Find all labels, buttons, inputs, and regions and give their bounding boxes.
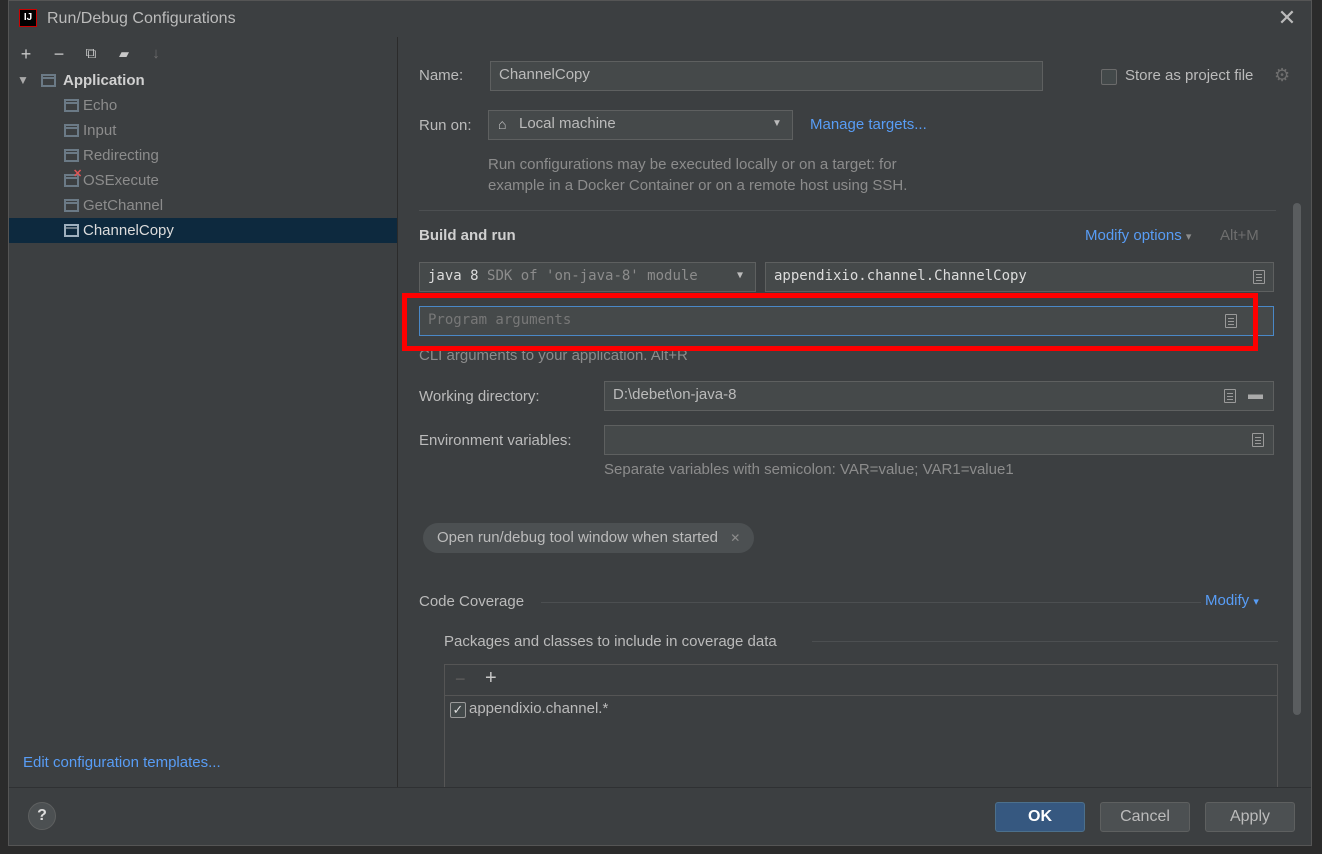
chip-label: Open run/debug tool window when started — [437, 529, 719, 546]
separator — [812, 641, 1278, 642]
tree-item-channelcopy[interactable]: ChannelCopy — [9, 218, 397, 243]
tree-item-getchannel[interactable]: GetChannel — [9, 193, 397, 218]
ok-button[interactable]: OK — [995, 802, 1085, 832]
chevron-down-icon: ▼ — [772, 118, 782, 129]
separator — [419, 210, 1276, 211]
remove-icon[interactable]: − — [48, 43, 70, 65]
name-field[interactable]: ChannelCopy — [490, 61, 1043, 91]
run-on-hint-line-2: example in a Docker Container or on a re… — [488, 177, 908, 194]
cancel-button[interactable]: Cancel — [1100, 802, 1190, 832]
error-x-icon: ✕ — [73, 168, 83, 180]
expand-field-icon[interactable] — [1225, 314, 1237, 328]
tree-item-label: OSExecute — [83, 172, 159, 189]
code-coverage-header: Code Coverage — [419, 593, 525, 610]
new-folder-icon[interactable]: ▰ — [113, 43, 135, 65]
insert-macro-icon[interactable] — [1224, 389, 1236, 403]
coverage-table-toolbar: − + — [445, 665, 1277, 696]
copy-icon[interactable]: ⧉ — [80, 43, 102, 65]
tree-item-label: ChannelCopy — [83, 222, 174, 239]
edit-env-icon[interactable] — [1252, 433, 1264, 447]
close-icon[interactable]: ✕ — [1275, 5, 1299, 31]
app-config-icon — [64, 124, 79, 137]
chevron-down-icon[interactable]: ▼ — [17, 68, 29, 93]
environment-variables-label: Environment variables: — [419, 432, 572, 449]
store-project-checkbox[interactable] — [1101, 69, 1117, 85]
build-run-header: Build and run — [419, 227, 516, 244]
run-on-hint-line-1: Run configurations may be executed local… — [488, 156, 897, 173]
gear-icon[interactable]: ⚙ — [1274, 65, 1290, 86]
separator — [9, 787, 1311, 788]
chevron-down-icon: ▾ — [1185, 231, 1192, 243]
tree-item-label: GetChannel — [83, 197, 164, 214]
sdk-dropdown[interactable]: java 8 SDK of 'on-java-8' module ▼ — [419, 262, 756, 292]
app-config-icon — [64, 224, 79, 237]
home-icon: ⌂ — [498, 116, 507, 132]
working-directory-value: D:\debet\on-java-8 — [613, 386, 737, 403]
coverage-modify-label: Modify — [1205, 592, 1250, 609]
sdk-main: java 8 — [428, 268, 479, 284]
app-config-icon — [64, 149, 79, 162]
tree-item-input[interactable]: Input — [9, 118, 397, 143]
name-label: Name: — [419, 67, 464, 84]
help-button[interactable]: ? — [28, 802, 56, 830]
chevron-down-icon: ▾ — [1253, 596, 1259, 608]
run-on-dropdown[interactable]: ⌂ Local machine ▼ — [488, 110, 793, 140]
tree-item-label: Echo — [83, 97, 118, 114]
program-arguments-placeholder: Program arguments — [428, 312, 572, 328]
chevron-down-icon: ▼ — [737, 270, 744, 281]
tree-root-application[interactable]: ▼ Application — [9, 68, 397, 93]
configurations-sidebar: + − ⧉ ▰ ↓ ▼ Application Echo Input Redir… — [9, 37, 398, 787]
main-class-value: appendixio.channel.ChannelCopy — [774, 268, 1027, 284]
tree-item-label: Redirecting — [83, 147, 159, 164]
edit-templates-link[interactable]: Edit configuration templates... — [23, 754, 221, 771]
sdk-sub: SDK of 'on-java-8' module — [487, 268, 698, 284]
environment-variables-field[interactable] — [604, 425, 1274, 455]
tree-item-label: Input — [83, 122, 117, 139]
add-icon[interactable]: + — [15, 43, 37, 65]
tree-item-redirecting[interactable]: Redirecting — [9, 143, 397, 168]
remove-package-icon[interactable]: − — [455, 669, 466, 690]
coverage-packages-table: − + ✓ appendixio.channel.* — [444, 664, 1278, 787]
add-package-icon[interactable]: + — [485, 667, 497, 690]
app-config-icon — [64, 199, 79, 212]
app-config-icon — [64, 99, 79, 112]
package-entry: appendixio.channel.* — [469, 700, 609, 717]
store-project-label: Store as project file — [1125, 67, 1254, 84]
packages-label: Packages and classes to include in cover… — [444, 633, 777, 650]
tree-item-osexecute[interactable]: ✕ OSExecute — [9, 168, 397, 193]
run-on-value: Local machine — [519, 115, 616, 132]
remove-chip-icon[interactable]: ✕ — [730, 531, 740, 545]
separator — [541, 602, 1201, 603]
apply-button[interactable]: Apply — [1205, 802, 1295, 832]
main-class-field[interactable]: appendixio.channel.ChannelCopy — [765, 262, 1274, 292]
tree-item-echo[interactable]: Echo — [9, 93, 397, 118]
tree-root-label: Application — [63, 72, 145, 89]
form-scrollbar[interactable] — [1293, 203, 1301, 715]
open-tool-window-chip[interactable]: Open run/debug tool window when started … — [423, 523, 755, 553]
program-arguments-field[interactable]: Program arguments — [419, 306, 1274, 336]
folder-icon[interactable]: ▬ — [1248, 382, 1263, 408]
run-debug-dialog: IJ Run/Debug Configurations ✕ + − ⧉ ▰ ↓ … — [8, 0, 1312, 846]
sort-icon[interactable]: ↓ — [145, 43, 167, 65]
modify-shortcut: Alt+M — [1220, 227, 1259, 244]
coverage-modify-link[interactable]: Modify ▾ — [1205, 592, 1259, 609]
working-directory-label: Working directory: — [419, 388, 540, 405]
browse-class-icon[interactable] — [1253, 270, 1265, 284]
manage-targets-link[interactable]: Manage targets... — [810, 116, 927, 133]
configuration-form: Name: ChannelCopy Store as project file … — [398, 37, 1312, 787]
intellij-logo-icon: IJ — [19, 9, 37, 27]
modify-options-link[interactable]: Modify options ▾ — [1085, 227, 1191, 244]
run-on-label: Run on: — [419, 117, 472, 134]
modify-options-label: Modify options — [1085, 227, 1182, 244]
application-icon — [41, 74, 56, 87]
environment-variables-hint: Separate variables with semicolon: VAR=v… — [604, 461, 1014, 478]
title-bar: IJ Run/Debug Configurations ✕ — [9, 1, 1311, 37]
cli-hint: CLI arguments to your application. Alt+R — [419, 347, 688, 364]
window-title: Run/Debug Configurations — [47, 10, 236, 27]
package-enabled-checkbox[interactable]: ✓ — [450, 702, 466, 718]
working-directory-field[interactable]: D:\debet\on-java-8 ▬ — [604, 381, 1274, 411]
